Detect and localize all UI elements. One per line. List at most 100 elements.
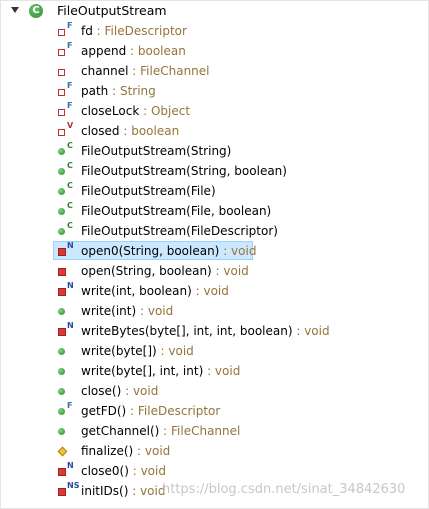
type-separator: : bbox=[128, 464, 141, 478]
member-signature: initIDs() : void bbox=[81, 483, 165, 499]
public-method-icon bbox=[58, 408, 65, 415]
member-type: void bbox=[168, 344, 194, 358]
member-name: closed bbox=[81, 124, 120, 138]
member-signature: finalize() : void bbox=[81, 443, 170, 459]
type-separator: : bbox=[92, 24, 105, 38]
expand-collapse-chevron-down-icon[interactable] bbox=[11, 7, 19, 13]
type-separator: : bbox=[292, 324, 305, 338]
type-separator: : bbox=[126, 404, 138, 418]
member-signature: FileOutputStream(File) bbox=[81, 183, 216, 199]
tree-member-row[interactable]: Ffd : FileDescriptor bbox=[1, 21, 428, 41]
tree-member-row[interactable]: close() : void bbox=[1, 381, 428, 401]
type-separator: : bbox=[108, 84, 120, 98]
tree-member-row[interactable]: Nwrite(int, boolean) : void bbox=[1, 281, 428, 301]
member-signature: open(String, boolean) : void bbox=[81, 263, 249, 279]
member-name: fd bbox=[81, 24, 93, 38]
member-type: boolean bbox=[131, 124, 180, 138]
member-signature: writeBytes(byte[], int, int, boolean) : … bbox=[81, 323, 330, 339]
modifier-overlay-icon: F bbox=[67, 81, 73, 90]
member-name: write(int, boolean) bbox=[81, 284, 192, 298]
member-type: FileDescriptor bbox=[104, 24, 187, 38]
tree-member-row[interactable]: Fpath : String bbox=[1, 81, 428, 101]
member-type: String bbox=[119, 84, 156, 98]
tree-member-row[interactable]: Vclosed : boolean bbox=[1, 121, 428, 141]
tree-member-row[interactable]: C FileOutputStream(File) bbox=[1, 181, 428, 201]
member-signature: FileOutputStream(File, boolean) bbox=[81, 203, 271, 219]
private-field-icon bbox=[58, 69, 65, 76]
member-signature: write(int) : void bbox=[81, 303, 173, 319]
public-method-icon bbox=[58, 348, 65, 355]
tree-member-row[interactable]: write(int) : void bbox=[1, 301, 428, 321]
member-name: close() bbox=[81, 384, 122, 398]
private-method-icon bbox=[58, 268, 66, 276]
tree-member-row[interactable]: channel : FileChannel bbox=[1, 61, 428, 81]
tree-member-row[interactable]: write(byte[], int, int) : void bbox=[1, 361, 428, 381]
tree-member-row[interactable]: FcloseLock : Object bbox=[1, 101, 428, 121]
tree-member-row[interactable]: write(byte[]) : void bbox=[1, 341, 428, 361]
watermark-text: https://blog.csdn.net/sinat_34842630 bbox=[162, 482, 406, 497]
modifier-overlay-icon: NS bbox=[67, 481, 80, 490]
member-signature: close0() : void bbox=[81, 463, 166, 479]
modifier-overlay-icon: F bbox=[67, 41, 73, 50]
tree-member-row[interactable]: getChannel() : FileChannel bbox=[1, 421, 428, 441]
member-name: getChannel() bbox=[81, 424, 160, 438]
tree-member-row[interactable]: NwriteBytes(byte[], int, int, boolean) :… bbox=[1, 321, 428, 341]
tree-member-row[interactable]: finalize() : void bbox=[1, 441, 428, 461]
member-signature: append : boolean bbox=[81, 43, 186, 59]
type-separator: : bbox=[128, 484, 141, 498]
member-name: FileOutputStream(File) bbox=[81, 184, 216, 198]
tree-root-row[interactable]: C FileOutputStream bbox=[1, 1, 428, 21]
tree-member-row[interactable]: FgetFD() : FileDescriptor bbox=[1, 401, 428, 421]
member-signature: closeLock : Object bbox=[81, 103, 190, 119]
modifier-overlay-icon: C bbox=[67, 221, 73, 230]
tree-member-row[interactable]: C FileOutputStream(String, boolean) bbox=[1, 161, 428, 181]
public-method-icon bbox=[58, 228, 65, 235]
modifier-overlay-icon: C bbox=[67, 161, 73, 170]
member-signature: close() : void bbox=[81, 383, 158, 399]
member-name: FileOutputStream(File, boolean) bbox=[81, 204, 272, 218]
member-signature: channel : FileChannel bbox=[81, 63, 210, 79]
modifier-overlay-icon: C bbox=[67, 201, 73, 210]
member-signature: path : String bbox=[81, 83, 156, 99]
type-separator: : bbox=[203, 364, 215, 378]
member-name: channel bbox=[81, 64, 129, 78]
type-separator: : bbox=[136, 304, 148, 318]
tree-member-row[interactable]: C FileOutputStream(String) bbox=[1, 141, 428, 161]
tree-member-row[interactable]: C FileOutputStream(FileDescriptor) bbox=[1, 221, 428, 241]
member-type: FileChannel bbox=[140, 64, 210, 78]
tree-member-row[interactable]: Nclose0() : void bbox=[1, 461, 428, 481]
member-signature: getChannel() : FileChannel bbox=[81, 423, 240, 439]
member-name: append bbox=[81, 44, 127, 58]
tree-member-row[interactable]: Nopen0(String, boolean) : void bbox=[1, 241, 428, 261]
type-separator: : bbox=[128, 64, 141, 78]
modifier-overlay-icon: F bbox=[67, 21, 73, 30]
member-name: write(byte[], int, int) bbox=[81, 364, 204, 378]
private-method-icon bbox=[58, 488, 66, 496]
public-method-icon bbox=[58, 388, 65, 395]
private-method-icon bbox=[58, 248, 66, 256]
type-separator: : bbox=[219, 244, 232, 258]
tree-member-row[interactable]: open(String, boolean) : void bbox=[1, 261, 428, 281]
tree-member-row[interactable]: Fappend : boolean bbox=[1, 41, 428, 61]
type-separator: : bbox=[156, 344, 169, 358]
member-name: path bbox=[81, 84, 109, 98]
modifier-overlay-icon: N bbox=[67, 281, 74, 290]
member-name: FileOutputStream(String) bbox=[81, 144, 232, 158]
member-name: close0() bbox=[81, 464, 129, 478]
public-method-icon bbox=[58, 148, 65, 155]
type-separator: : bbox=[211, 264, 224, 278]
modifier-overlay-icon: N bbox=[67, 461, 74, 470]
private-field-icon bbox=[58, 109, 65, 116]
modifier-overlay-icon: C bbox=[67, 181, 73, 190]
type-separator: : bbox=[133, 444, 145, 458]
member-signature: write(byte[]) : void bbox=[81, 343, 194, 359]
member-name: FileOutputStream(FileDescriptor) bbox=[81, 224, 278, 238]
modifier-overlay-icon: C bbox=[67, 141, 73, 150]
type-separator: : bbox=[121, 384, 133, 398]
member-name: open(String, boolean) bbox=[81, 264, 212, 278]
member-type: void bbox=[223, 264, 249, 278]
type-separator: : bbox=[191, 284, 204, 298]
member-type: void bbox=[147, 304, 174, 318]
tree-member-row[interactable]: C FileOutputStream(File, boolean) bbox=[1, 201, 428, 221]
member-name: writeBytes(byte[], int, int, boolean) bbox=[81, 324, 293, 338]
